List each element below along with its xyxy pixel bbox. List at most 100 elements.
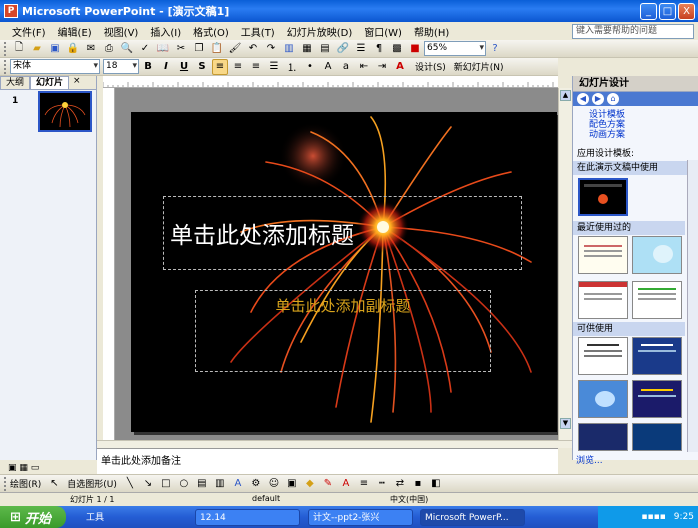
design-thumb-available-1[interactable] [578, 337, 628, 375]
taskbar-folder-item[interactable]: 12.14 [195, 509, 300, 526]
print-icon[interactable]: ⎙ [101, 41, 117, 57]
slide-thumbnail[interactable] [38, 91, 92, 132]
copy-icon[interactable]: ❐ [191, 41, 207, 57]
font-name-select[interactable]: 宋体 [10, 59, 100, 74]
italic-button[interactable]: I [158, 59, 174, 75]
taskbar-document-item[interactable]: 计文--ppt2-张兴 [308, 509, 413, 526]
new-file-icon[interactable]: 🗋 [11, 41, 27, 57]
quick-launch-tools[interactable]: 工具 [86, 510, 104, 523]
decrease-font-icon[interactable]: a [338, 59, 354, 75]
color-schemes-link[interactable]: 配色方案 [573, 120, 698, 130]
back-icon[interactable]: ◀ [577, 93, 589, 105]
autoshapes-button[interactable]: 自选图形(U) [67, 477, 117, 490]
design-button[interactable]: 设计(S) [415, 60, 446, 73]
draw-menu-button[interactable]: 绘图(R) [10, 477, 41, 490]
scroll-up-arrow-icon[interactable]: ▲ [560, 90, 571, 101]
3d-style-icon[interactable]: ◧ [428, 476, 444, 492]
task-pane-scrollbar[interactable] [687, 160, 698, 452]
horizontal-scrollbar[interactable] [97, 440, 572, 448]
toolbar-grip[interactable] [4, 476, 7, 491]
menu-slideshow[interactable]: 幻灯片放映(D) [281, 24, 359, 39]
design-thumb-available-3[interactable] [578, 380, 628, 418]
oval-icon[interactable]: ○ [176, 476, 192, 492]
toolbar-grip[interactable] [4, 41, 7, 56]
horizontal-ruler[interactable] [103, 76, 558, 88]
design-thumb-recent-2[interactable] [632, 236, 682, 274]
design-thumb-recent-1[interactable] [578, 236, 628, 274]
help-search-input[interactable]: 键入需要帮助的问题 [572, 24, 694, 39]
format-painter-icon[interactable]: 🖌 [227, 41, 243, 57]
design-thumb-available-5[interactable] [578, 423, 628, 451]
slideshow-view-icon[interactable]: ▭ [31, 463, 40, 473]
design-thumb-available-6[interactable] [632, 423, 682, 451]
hyperlink-icon[interactable]: 🔗 [335, 41, 351, 57]
open-folder-icon[interactable]: ▰ [29, 41, 45, 57]
insert-table-icon[interactable]: ▦ [299, 41, 315, 57]
normal-view-icon[interactable]: ▣ [8, 463, 17, 473]
font-color-draw-icon[interactable]: A [338, 476, 354, 492]
insert-chart-icon[interactable]: ▥ [281, 41, 297, 57]
line-icon[interactable]: ╲ [122, 476, 138, 492]
help-icon[interactable]: ? [487, 41, 503, 57]
forward-icon[interactable]: ▶ [592, 93, 604, 105]
save-icon[interactable]: ▣ [47, 41, 63, 57]
show-formatting-icon[interactable]: ¶ [371, 41, 387, 57]
menu-file[interactable]: 文件(F) [6, 24, 52, 39]
tables-borders-icon[interactable]: ▤ [317, 41, 333, 57]
menu-edit[interactable]: 编辑(E) [52, 24, 98, 39]
minimize-button[interactable]: _ [640, 3, 657, 20]
toolbar-grip[interactable] [4, 59, 7, 74]
align-center-icon[interactable]: ≡ [230, 59, 246, 75]
maximize-button[interactable]: □ [659, 3, 676, 20]
menu-format[interactable]: 格式(O) [187, 24, 235, 39]
expand-all-icon[interactable]: ☰ [353, 41, 369, 57]
tab-outline[interactable]: 大纲 [0, 76, 31, 89]
textbox-icon[interactable]: ▤ [194, 476, 210, 492]
align-right-icon[interactable]: ≡ [248, 59, 264, 75]
slide[interactable]: 单击此处添加标题 单击此处添加副标题 [131, 112, 557, 432]
bold-button[interactable]: B [140, 59, 156, 75]
line-style-icon[interactable]: ≡ [356, 476, 372, 492]
undo-icon[interactable]: ↶ [245, 41, 261, 57]
line-color-icon[interactable]: ✎ [320, 476, 336, 492]
spelling-icon[interactable]: ✓ [137, 41, 153, 57]
permission-icon[interactable]: 🔒 [65, 41, 81, 57]
print-preview-icon[interactable]: 🔍 [119, 41, 135, 57]
title-placeholder[interactable]: 单击此处添加标题 [163, 196, 522, 270]
shadow-button[interactable]: S [194, 59, 210, 75]
menu-view[interactable]: 视图(V) [98, 24, 145, 39]
tab-slides[interactable]: 幻灯片 [30, 76, 70, 89]
increase-font-icon[interactable]: A [320, 59, 336, 75]
diagram-icon[interactable]: ⚙ [248, 476, 264, 492]
grayscale-icon[interactable]: ▩ [389, 41, 405, 57]
close-button[interactable]: X [678, 3, 695, 20]
vertical-textbox-icon[interactable]: ▥ [212, 476, 228, 492]
vertical-scrollbar[interactable]: ▲ ▼ [558, 88, 572, 440]
start-button[interactable]: ⊞ 开始 [0, 506, 66, 528]
browse-link[interactable]: 浏览... [576, 453, 603, 466]
wordart-icon[interactable]: A [230, 476, 246, 492]
slide-sorter-view-icon[interactable]: ▦ [19, 463, 28, 473]
home-icon[interactable]: ⌂ [607, 93, 619, 105]
fill-color-icon[interactable]: ◆ [302, 476, 318, 492]
font-color-icon[interactable]: A [392, 59, 408, 75]
powerpoint-app-icon[interactable]: P [4, 4, 18, 18]
clipart-icon[interactable]: ☺ [266, 476, 282, 492]
subtitle-placeholder[interactable]: 单击此处添加副标题 [195, 290, 491, 372]
notes-pane[interactable]: 单击此处添加备注 [97, 448, 558, 474]
menu-insert[interactable]: 插入(I) [144, 24, 187, 39]
rectangle-icon[interactable]: □ [158, 476, 174, 492]
animation-schemes-link[interactable]: 动画方案 [573, 130, 698, 140]
decrease-indent-icon[interactable]: ⇤ [356, 59, 372, 75]
paste-icon[interactable]: 📋 [209, 41, 225, 57]
arrow-style-icon[interactable]: ⇄ [392, 476, 408, 492]
design-thumb-available-4[interactable] [632, 380, 682, 418]
design-thumb-current[interactable] [578, 178, 628, 216]
redo-icon[interactable]: ↷ [263, 41, 279, 57]
tray-icons[interactable]: ▪▪▪▪ [641, 512, 665, 522]
underline-button[interactable]: U [176, 59, 192, 75]
zoom-select[interactable]: 65% [424, 41, 486, 56]
font-size-select[interactable]: 18 [103, 59, 139, 74]
vertical-ruler[interactable] [103, 88, 115, 440]
select-objects-icon[interactable]: ↖ [46, 476, 62, 492]
